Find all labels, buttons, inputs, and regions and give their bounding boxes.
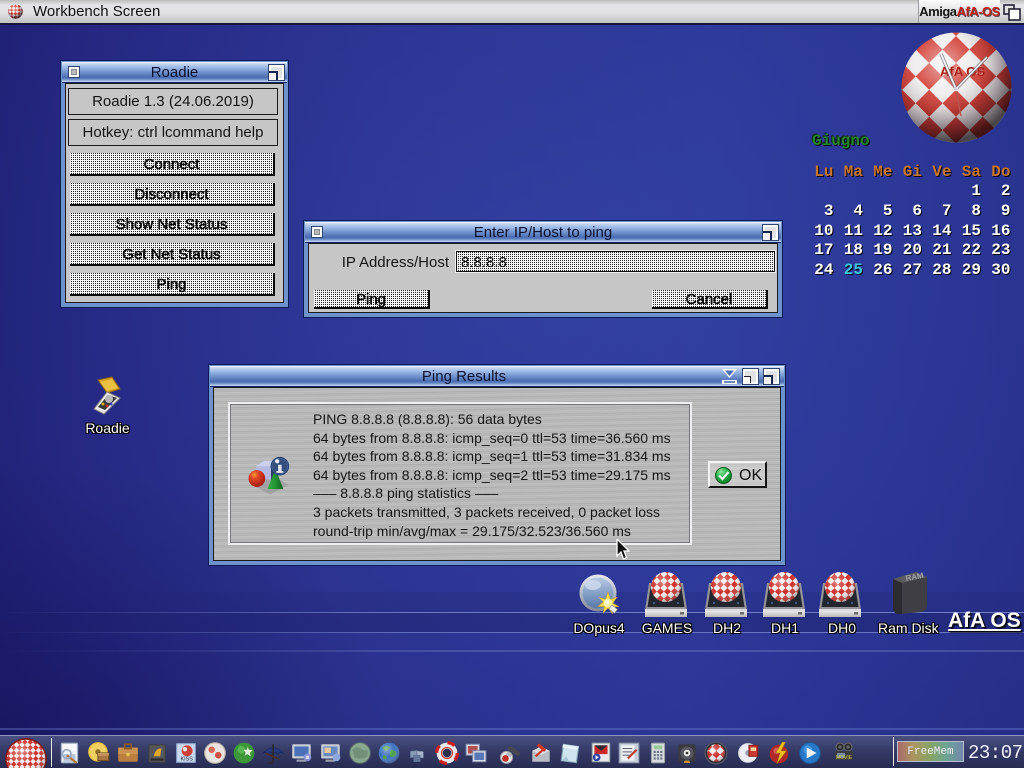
svg-text:MOVIE: MOVIE	[836, 755, 853, 761]
svg-text:KISS: KISS	[181, 757, 194, 763]
